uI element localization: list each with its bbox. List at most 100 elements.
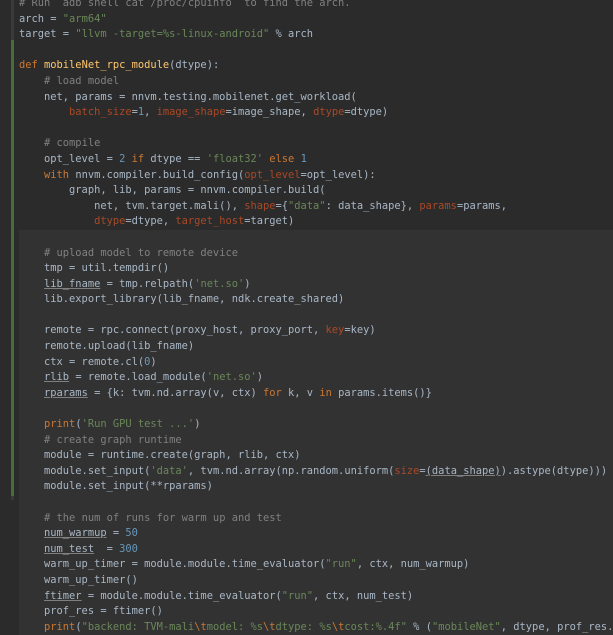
code-line[interactable]: # compile bbox=[19, 136, 613, 152]
code-token: =image_shape, bbox=[225, 106, 314, 119]
code-token: ctx = remote.cl( bbox=[19, 355, 145, 368]
code-line[interactable] bbox=[19, 121, 613, 137]
code-line[interactable]: lib.export_library(lib_fname, ndk.create… bbox=[19, 292, 613, 308]
code-token: ) bbox=[150, 355, 157, 368]
code-line[interactable]: net, params = nnvm.testing.mobilenet.get… bbox=[19, 90, 613, 106]
code-line[interactable]: # Run adb shell cat /proc/cpuinfo to fin… bbox=[19, 0, 613, 12]
code-token: % arch bbox=[269, 28, 314, 41]
code-line[interactable] bbox=[19, 495, 613, 511]
code-token: =params, bbox=[456, 199, 507, 212]
code-token: ) bbox=[256, 371, 264, 384]
code-token: (data_shape) bbox=[425, 464, 501, 477]
code-token: prof_res = ftimer() bbox=[19, 605, 163, 618]
code-token: = module.module.time_evaluator( bbox=[81, 589, 282, 602]
code-line[interactable]: num_test = 300 bbox=[19, 541, 613, 558]
code-token: opt_level = bbox=[19, 152, 120, 165]
code-token: ftimer bbox=[44, 589, 82, 602]
code-token: % ( bbox=[406, 620, 432, 633]
code-line[interactable] bbox=[19, 307, 613, 324]
code-line[interactable]: ctx = remote.cl(0) bbox=[19, 354, 613, 371]
code-line[interactable]: prof_res = ftimer() bbox=[19, 604, 613, 620]
code-editor[interactable]: # Run adb shell cat /proc/cpuinfo to fin… bbox=[0, 0, 613, 635]
code-line[interactable]: rlib = remote.load_module('net.so') bbox=[19, 370, 613, 386]
code-line[interactable]: def mobileNet_rpc_module(dtype): bbox=[19, 58, 613, 74]
code-token: # load model bbox=[44, 74, 120, 87]
code-token: "mobileNet" bbox=[431, 620, 501, 633]
code-token: , ctx, num_warmup) bbox=[356, 558, 470, 571]
code-token: \t bbox=[263, 620, 276, 633]
code-token: cost:%.4f" bbox=[344, 620, 407, 633]
code-line[interactable]: opt_level = 2 if dtype == 'float32' else… bbox=[19, 152, 613, 168]
code-token: =dtype) bbox=[344, 106, 389, 119]
code-line[interactable]: print('Run GPU test ...') bbox=[19, 417, 613, 433]
code-line[interactable]: net, tvm.target.mali(), shape={"data": d… bbox=[19, 199, 613, 215]
code-token: = bbox=[106, 527, 126, 540]
code-token: ) bbox=[244, 277, 251, 290]
code-line[interactable]: warm_up_timer = module.module.time_evalu… bbox=[19, 557, 613, 573]
code-token: # create graph runtime bbox=[44, 433, 182, 446]
code-line[interactable]: # create graph runtime bbox=[19, 432, 613, 449]
code-token: # the num of runs for warm up and test bbox=[44, 511, 282, 524]
code-token: nnvm.compiler.build_config( bbox=[69, 168, 245, 181]
code-token: else bbox=[269, 152, 295, 165]
code-line[interactable]: arch = "arm64" bbox=[19, 12, 613, 28]
code-token: 'Run GPU test ...' bbox=[81, 418, 195, 431]
code-line[interactable]: remote.upload(lib_fname) bbox=[19, 339, 613, 355]
code-token: =target) bbox=[244, 215, 295, 228]
code-token: net, tvm.target.mali(), bbox=[19, 199, 245, 212]
code-line[interactable] bbox=[19, 401, 613, 418]
code-token: opt_level bbox=[244, 168, 301, 181]
code-token: , dtype, prof_res.mean)) bbox=[500, 620, 613, 633]
code-line[interactable] bbox=[19, 43, 613, 59]
code-line[interactable]: target = "llvm -target=%s-linux-android"… bbox=[19, 27, 613, 43]
code-token: def bbox=[19, 59, 45, 72]
code-area[interactable]: # Run adb shell cat /proc/cpuinfo to fin… bbox=[19, 0, 613, 635]
code-token: =key) bbox=[344, 324, 376, 337]
code-token: , tvm.nd.array(np.random.uniform( bbox=[187, 464, 395, 477]
code-line[interactable]: tmp = util.tempdir() bbox=[19, 261, 613, 277]
code-token: num_warmup bbox=[44, 527, 107, 540]
code-line[interactable]: remote = rpc.connect(proxy_host, proxy_p… bbox=[19, 323, 613, 340]
code-token: = {k: tvm.nd.array(v, ctx) bbox=[87, 386, 263, 399]
code-token: 1 bbox=[300, 152, 307, 165]
code-line[interactable]: module = runtime.create(graph, rlib, ctx… bbox=[19, 448, 613, 464]
code-token: dtype == bbox=[144, 152, 207, 165]
code-line[interactable]: lib_fname = tmp.relpath('net.so') bbox=[19, 276, 613, 293]
code-line[interactable]: # load model bbox=[19, 74, 613, 90]
code-line[interactable]: print("backend: TVM-mali\tmodel: %s\tdty… bbox=[19, 619, 613, 635]
code-line[interactable]: rparams = {k: tvm.nd.array(v, ctx) for k… bbox=[19, 385, 613, 402]
code-line[interactable] bbox=[19, 229, 613, 246]
code-token: graph, lib, params = nnvm.compiler.build… bbox=[19, 184, 326, 197]
code-token: remote = rpc.connect(proxy_host, proxy_p… bbox=[19, 324, 326, 337]
code-token: num_test bbox=[44, 542, 95, 555]
code-token: module = runtime.create(graph, rlib, ctx… bbox=[19, 449, 301, 462]
code-token: lib_fname bbox=[44, 277, 101, 290]
code-line[interactable]: batch_size=1, image_shape=image_shape, d… bbox=[19, 105, 613, 121]
code-token: \t bbox=[194, 620, 207, 633]
code-token: "run" bbox=[325, 558, 357, 571]
code-token: dtype: %s bbox=[275, 620, 332, 633]
code-line[interactable]: # the num of runs for warm up and test bbox=[19, 510, 613, 527]
code-token: lib.export_library(lib_fname, ndk.create… bbox=[19, 293, 345, 306]
code-token: "backend: TVM-mali bbox=[81, 620, 195, 633]
code-line[interactable]: num_warmup = 50 bbox=[19, 526, 613, 542]
code-line[interactable]: warm_up_timer() bbox=[19, 572, 613, 589]
code-token: = tmp.relpath( bbox=[100, 277, 195, 290]
code-token: ) bbox=[194, 418, 201, 431]
code-line[interactable]: # upload model to remote device bbox=[19, 245, 613, 262]
code-token: 'float32' bbox=[206, 152, 264, 165]
code-token: key bbox=[325, 324, 345, 337]
code-line[interactable]: ftimer = module.module.time_evaluator("r… bbox=[19, 588, 613, 605]
code-line[interactable]: module.set_input('data', tvm.nd.array(np… bbox=[19, 463, 613, 480]
code-line[interactable]: with nnvm.compiler.build_config(opt_leve… bbox=[19, 168, 613, 184]
code-line[interactable]: dtype=dtype, target_host=target) bbox=[19, 214, 613, 230]
code-token: tmp = util.tempdir() bbox=[19, 262, 170, 275]
code-line[interactable]: graph, lib, params = nnvm.compiler.build… bbox=[19, 183, 613, 199]
code-line[interactable]: module.set_input(**rparams) bbox=[19, 479, 613, 495]
